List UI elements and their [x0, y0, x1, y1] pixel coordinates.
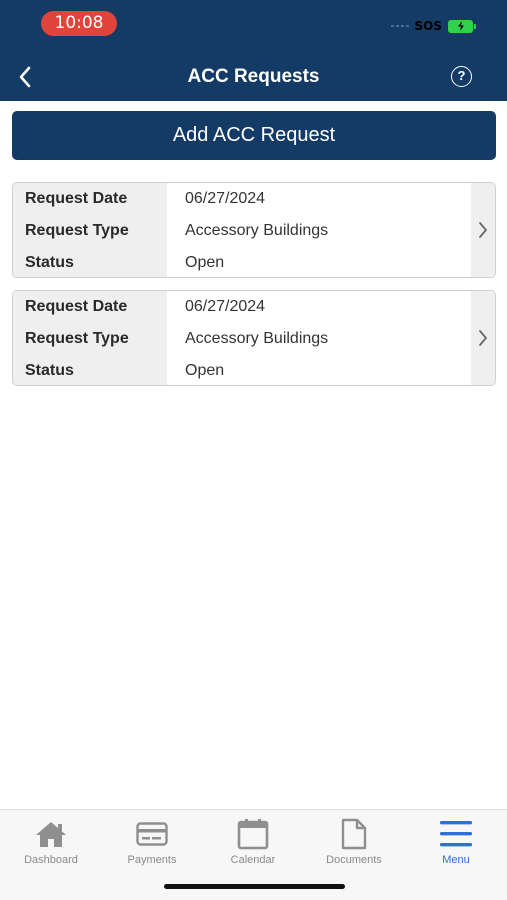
status-indicators: SOS [390, 18, 476, 34]
status-time: 10:08 [41, 11, 117, 36]
tab-label: Calendar [230, 854, 276, 866]
request-type-value: Accessory Buildings [185, 330, 329, 347]
open-request-button[interactable] [471, 291, 495, 385]
request-type-label: Request Type [25, 222, 129, 239]
question-circle-icon[interactable]: ? [451, 66, 472, 87]
request-date-value: 06/27/2024 [185, 190, 266, 207]
tab-calendar[interactable]: Calendar [208, 816, 298, 874]
status-label: Status [25, 362, 74, 379]
tab-label: Menu [442, 854, 470, 866]
request-card-values: 06/27/2024 Accessory Buildings Open [167, 291, 471, 385]
tab-payments[interactable]: Payments [107, 816, 197, 874]
carrier-label: SOS [414, 19, 443, 33]
request-type-label: Request Type [25, 330, 129, 347]
battery-icon [448, 19, 476, 33]
chevron-right-icon [479, 222, 487, 238]
request-date-label: Request Date [25, 298, 128, 315]
request-card-labels: Request Date Request Type Status [13, 291, 167, 385]
page-title: ACC Requests [187, 66, 320, 87]
status-value: Open [185, 362, 225, 379]
request-card[interactable]: Request Date Request Type Status 06/27/2… [12, 182, 496, 278]
tab-label: Dashboard [24, 854, 78, 866]
status-value: Open [185, 254, 225, 271]
menu-icon [440, 821, 472, 847]
tab-dashboard[interactable]: Dashboard [6, 816, 96, 874]
request-card[interactable]: Request Date Request Type Status 06/27/2… [12, 290, 496, 386]
home-icon [36, 822, 66, 847]
request-card-values: 06/27/2024 Accessory Buildings Open [167, 183, 471, 277]
tab-menu[interactable]: Menu [411, 816, 501, 874]
tab-label: Documents [326, 854, 382, 866]
calendar-icon [237, 819, 269, 850]
request-date-label: Request Date [25, 190, 128, 207]
chevron-right-icon [479, 330, 487, 346]
tab-label: Payments [127, 854, 177, 866]
open-request-button[interactable] [471, 183, 495, 277]
app-header: 10:08 SOS ACC Requests ? [0, 0, 507, 101]
tab-documents[interactable]: Documents [309, 816, 399, 874]
request-card-labels: Request Date Request Type Status [13, 183, 167, 277]
document-icon [341, 818, 367, 850]
request-date-value: 06/27/2024 [185, 298, 266, 315]
home-indicator [164, 884, 345, 889]
add-acc-request-button[interactable]: Add ACC Request [12, 111, 496, 160]
status-label: Status [25, 254, 74, 271]
request-type-value: Accessory Buildings [185, 222, 329, 239]
signal-icon [390, 25, 409, 27]
credit-card-icon [136, 822, 168, 846]
